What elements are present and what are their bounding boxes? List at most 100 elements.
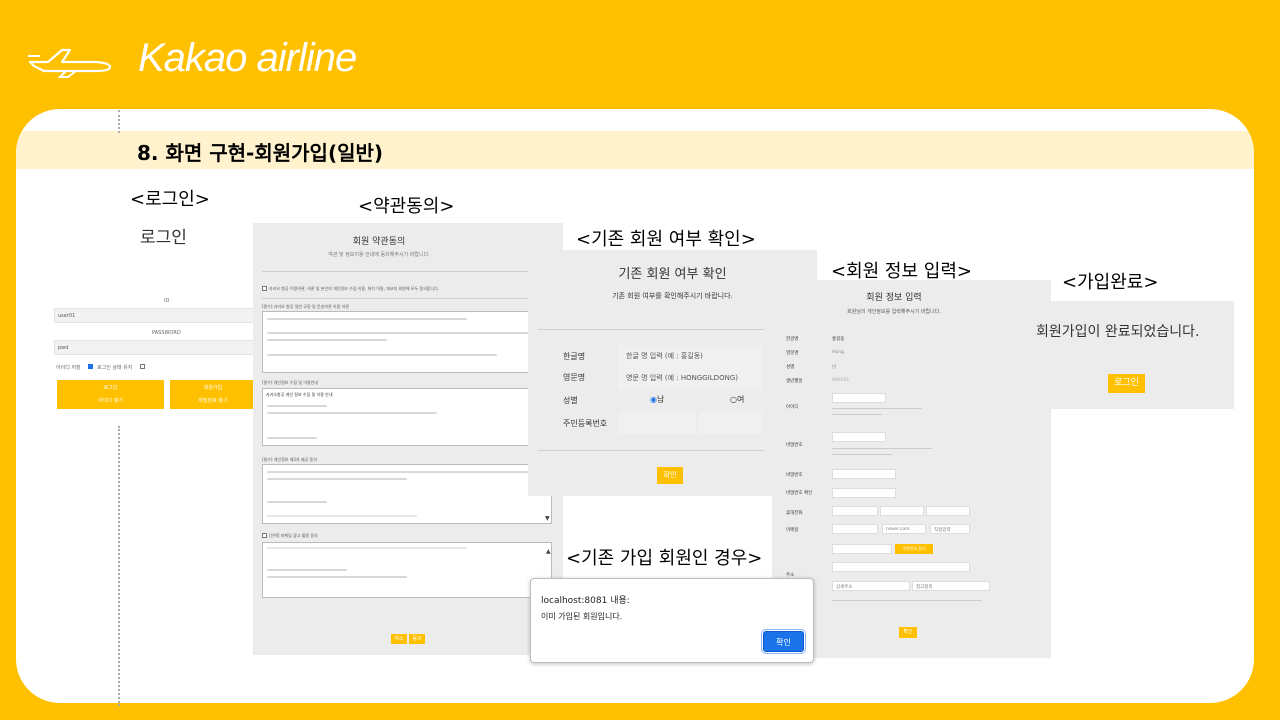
member-password-confirm-input[interactable] <box>832 488 896 498</box>
join-button[interactable]: 회원가입 비밀번호 찾기 <box>170 380 256 409</box>
member-title: 회원 정보 입력 <box>866 293 922 303</box>
find-pw-link[interactable]: 비밀번호 찾기 <box>170 397 256 404</box>
id-input[interactable]: user01 <box>54 308 256 323</box>
remember-id-label: 아이디 저장 <box>56 365 81 371</box>
dialog-message: 이미 가입된 회원입니다. <box>541 612 623 621</box>
section-label-terms: <약관동의> <box>358 196 455 217</box>
address-input[interactable] <box>832 562 970 572</box>
password-label: PASSWORD <box>152 330 181 336</box>
id-label: ID <box>164 298 170 304</box>
radio-checked-icon: ◉ <box>650 395 657 404</box>
terms-section-4: [선택] 마케팅 광고 활용 동의 <box>269 533 318 538</box>
gender-label: 성별 <box>786 365 795 370</box>
terms-text-2[interactable]: 카카오항공 개인 정보 수집 및 이용 안내 <box>262 388 552 446</box>
email-domain-select[interactable]: naver.com <box>882 524 926 534</box>
english-name-label: 영문명 <box>563 373 586 382</box>
divider <box>118 426 120 706</box>
ref-item-input[interactable]: 참고항목 <box>912 581 990 591</box>
section-label-login: <로그인> <box>130 189 210 210</box>
korean-name-label: 한글명 <box>786 337 799 342</box>
terms-subtitle: 약관 및 정보이용 안내에 동의해주시기 바랍니다. <box>328 252 430 258</box>
terms-cancel-button[interactable]: 취소 <box>391 634 407 644</box>
dialog-ok-button[interactable]: 확인 <box>761 629 806 654</box>
birth-value: 990101 <box>832 378 850 383</box>
rrn-front-input[interactable] <box>618 412 696 434</box>
member-id-input[interactable] <box>832 393 886 403</box>
divider <box>538 450 764 451</box>
korean-name-input[interactable]: 한글 명 입력 (예 : 홍길동) <box>618 345 762 367</box>
terms-section-3: [필수] 개인정보 제3자 제공 동의 <box>262 457 317 462</box>
section-label-already: <기존 가입 회원인 경우> <box>566 548 763 569</box>
agree-all-label: 카카오 항공 이용약관, 약관 및 본인의 개인정보 수집·이용, 위치 이용,… <box>269 286 440 291</box>
email-label: 이메일 <box>786 528 799 533</box>
divider <box>262 271 552 272</box>
marketing-checkbox[interactable] <box>262 533 267 538</box>
keep-login-checkbox[interactable] <box>140 364 145 369</box>
terms-item-text: 카카오항공 개인 정보 수집 및 이용 안내 <box>266 392 333 397</box>
terms-text-1[interactable] <box>262 311 552 373</box>
english-name-input[interactable]: 영문 명 입력 (예 : HONGGILDONG) <box>618 367 762 389</box>
gender-label: 성별 <box>563 396 578 405</box>
terms-section-2: [필수] 개인정보 수집 및 이용안내 <box>262 380 319 385</box>
join-button-label: 회원가입 <box>203 385 223 391</box>
alert-dialog: localhost:8081 내용: 이미 가입된 회원입니다. 확인 <box>530 578 814 663</box>
rrn-label: 주민등록번호 <box>563 419 608 428</box>
section-label-complete: <가입완료> <box>1062 272 1159 293</box>
zipcode-search-button[interactable]: 우편번호 찾기 <box>895 544 933 554</box>
scroll-down-icon[interactable]: ▼ <box>545 515 550 522</box>
korean-name-label: 한글명 <box>563 352 586 361</box>
divider <box>538 329 764 330</box>
scroll-up-icon[interactable]: ▲ <box>546 548 551 555</box>
birth-label: 생년월일 <box>786 379 803 384</box>
airplane-icon <box>28 48 112 78</box>
phone-prefix-select[interactable] <box>832 506 878 516</box>
terms-text-4[interactable] <box>262 542 552 598</box>
email-id-input[interactable] <box>832 524 878 534</box>
divider <box>262 298 552 299</box>
login-title: 로그인 <box>140 228 187 248</box>
complete-message: 회원가입이 완료되었습니다. <box>1036 324 1200 340</box>
agree-all-checkbox[interactable] <box>262 286 267 291</box>
complete-login-button[interactable]: 로그인 <box>1108 374 1145 393</box>
divider <box>118 110 120 133</box>
terms-title: 회원 약관동의 <box>352 237 406 247</box>
member-confirm-button[interactable]: 확인 <box>899 627 917 638</box>
terms-text-3[interactable] <box>262 464 552 524</box>
member-password-input-2[interactable] <box>832 469 896 479</box>
keep-login-label: 로그인 상태 유지 <box>97 365 133 371</box>
terms-agree-button[interactable]: 동의 <box>409 634 425 644</box>
gender-male-radio[interactable]: ◉남 <box>650 394 664 405</box>
terms-section-1: [필수] 카카오 항공 일반 규정 및 운송약관 이용 약관 <box>262 304 349 309</box>
dialog-host: localhost:8081 내용: <box>541 596 630 606</box>
rrn-back-input[interactable] <box>699 412 762 434</box>
find-id-link[interactable]: 아이디 찾기 <box>57 397 164 404</box>
english-name-label: 영문명 <box>786 351 799 356</box>
phone-last-input[interactable] <box>926 506 970 516</box>
gender-value: 남 <box>832 365 837 370</box>
gender-male-label: 남 <box>656 395 665 404</box>
login-button[interactable]: 로그인 아이디 찾기 <box>57 380 164 409</box>
detail-address-input[interactable]: 상세주소 <box>832 581 910 591</box>
password-confirm-label: 비밀번호 <box>786 473 803 478</box>
gender-female-radio[interactable]: ○여 <box>730 394 744 405</box>
id-label: 아이디 <box>786 405 799 410</box>
radio-empty-icon: ○ <box>730 395 737 404</box>
phone-label: 휴대전화 <box>786 511 803 516</box>
password-input[interactable]: pwd <box>54 340 256 355</box>
korean-name-value: 홍길동 <box>832 337 845 342</box>
member-password-input[interactable] <box>832 432 886 442</box>
gender-female-label: 여 <box>736 395 745 404</box>
phone-middle-input[interactable] <box>880 506 924 516</box>
existing-confirm-button[interactable]: 확인 <box>657 467 683 484</box>
password-label: 비밀번호 <box>786 443 803 448</box>
section-label-existing: <기존 회원 여부 확인> <box>576 229 756 250</box>
english-name-value: Hong <box>832 350 844 355</box>
login-button-label: 로그인 <box>103 385 118 391</box>
member-subtitle: 회원님의 개인정보를 입력해주시기 바랍니다. <box>847 309 941 315</box>
brand-title: Kakao airline <box>138 36 357 80</box>
remember-id-checkbox[interactable] <box>88 364 93 369</box>
zipcode-input[interactable] <box>832 544 892 554</box>
password-confirm-label: 비밀번호 확인 <box>786 491 813 496</box>
slide-title: 8. 화면 구현-회원가입(일반) <box>137 141 384 165</box>
email-direct-input[interactable]: 직접입력 <box>930 524 970 534</box>
